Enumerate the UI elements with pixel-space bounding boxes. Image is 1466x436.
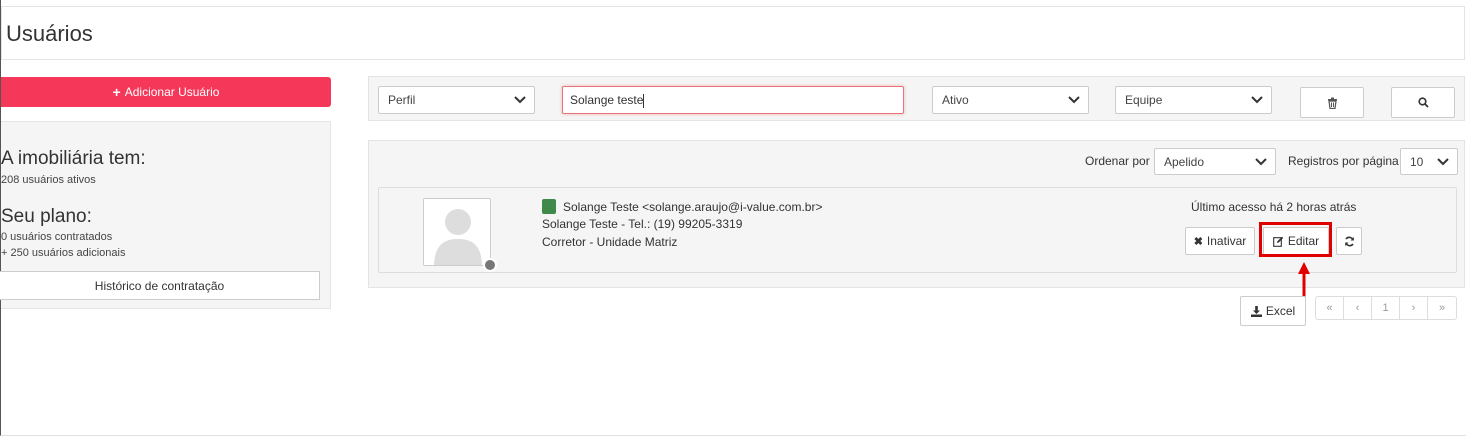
order-by-label: Ordenar por (1085, 154, 1150, 168)
user-role: Corretor - Unidade Matriz (542, 235, 678, 249)
avatar (423, 198, 491, 266)
chevron-down-icon (1255, 158, 1267, 166)
plan-heading: Seu plano: (1, 206, 92, 227)
edit-button-highlight (1259, 222, 1332, 257)
account-info-panel: A imobiliária tem: 208 usuários ativos S… (0, 121, 331, 309)
chevron-down-icon (1251, 96, 1263, 104)
chevron-down-icon (514, 96, 526, 104)
user-name-email: Solange Teste <solange.araujo@i-value.co… (563, 200, 823, 214)
status-dot (483, 258, 497, 272)
refresh-icon (1344, 236, 1354, 246)
excel-label: Excel (1265, 304, 1296, 318)
page-header: Usuários (1, 6, 1465, 60)
add-user-label: Adicionar Usuário (124, 85, 220, 99)
page-title: Usuários (6, 21, 93, 46)
per-page-value: 10 (1410, 155, 1424, 169)
status-select[interactable]: Ativo (932, 86, 1089, 114)
team-select-value: Equipe (1125, 93, 1163, 107)
agency-heading: A imobiliária tem: (1, 148, 146, 169)
team-select[interactable]: Equipe (1115, 86, 1272, 114)
additional-users-count: + 250 usuários adicionais (1, 247, 126, 259)
download-icon (1250, 305, 1262, 317)
refresh-button[interactable] (1336, 227, 1362, 255)
user-color-badge (542, 199, 556, 214)
pagination-first[interactable]: « (1316, 297, 1344, 319)
page-frame: Usuários + Adicionar Usuário A imobiliár… (0, 0, 1466, 436)
filter-bar: Perfil Solange teste Ativo Equipe (368, 76, 1465, 121)
contract-history-button[interactable]: Histórico de contratação (0, 271, 320, 300)
chevron-down-icon (1068, 96, 1080, 104)
deactivate-button[interactable]: ✖ Inativar (1185, 227, 1255, 255)
clear-filters-button[interactable] (1300, 87, 1364, 118)
add-user-button[interactable]: + Adicionar Usuário (1, 77, 331, 107)
per-page-label: Registros por página (1288, 154, 1399, 168)
pagination-next[interactable]: › (1400, 297, 1428, 319)
last-access: Último acesso há 2 horas atrás (1191, 200, 1357, 214)
user-placeholder-icon (434, 209, 482, 265)
pagination-last[interactable]: » (1428, 297, 1456, 319)
contracted-users-count: 0 usuários contratados (1, 231, 113, 243)
search-input[interactable]: Solange teste (562, 86, 904, 114)
plus-icon: + (112, 84, 121, 100)
trash-icon (1327, 97, 1337, 109)
chevron-down-icon (1437, 158, 1449, 166)
per-page-select[interactable]: 10 (1400, 148, 1458, 175)
user-phone: Solange Teste - Tel.: (19) 99205-3319 (542, 217, 743, 231)
profile-select[interactable]: Perfil (378, 86, 535, 114)
status-select-value: Ativo (942, 93, 969, 107)
excel-export-button[interactable]: Excel (1240, 296, 1306, 326)
search-icon (1417, 97, 1429, 108)
order-by-value: Apelido (1164, 155, 1205, 169)
search-input-value: Solange teste (570, 93, 644, 107)
pagination-prev[interactable]: ‹ (1344, 297, 1372, 319)
search-button[interactable] (1391, 87, 1455, 118)
close-icon: ✖ (1193, 235, 1203, 248)
order-by-select[interactable]: Apelido (1154, 148, 1276, 175)
active-users-count: 208 usuários ativos (1, 174, 96, 186)
pagination: « ‹ 1 › » (1315, 296, 1457, 320)
pagination-page[interactable]: 1 (1372, 297, 1400, 319)
deactivate-label: Inativar (1206, 234, 1247, 248)
profile-select-value: Perfil (388, 93, 416, 107)
